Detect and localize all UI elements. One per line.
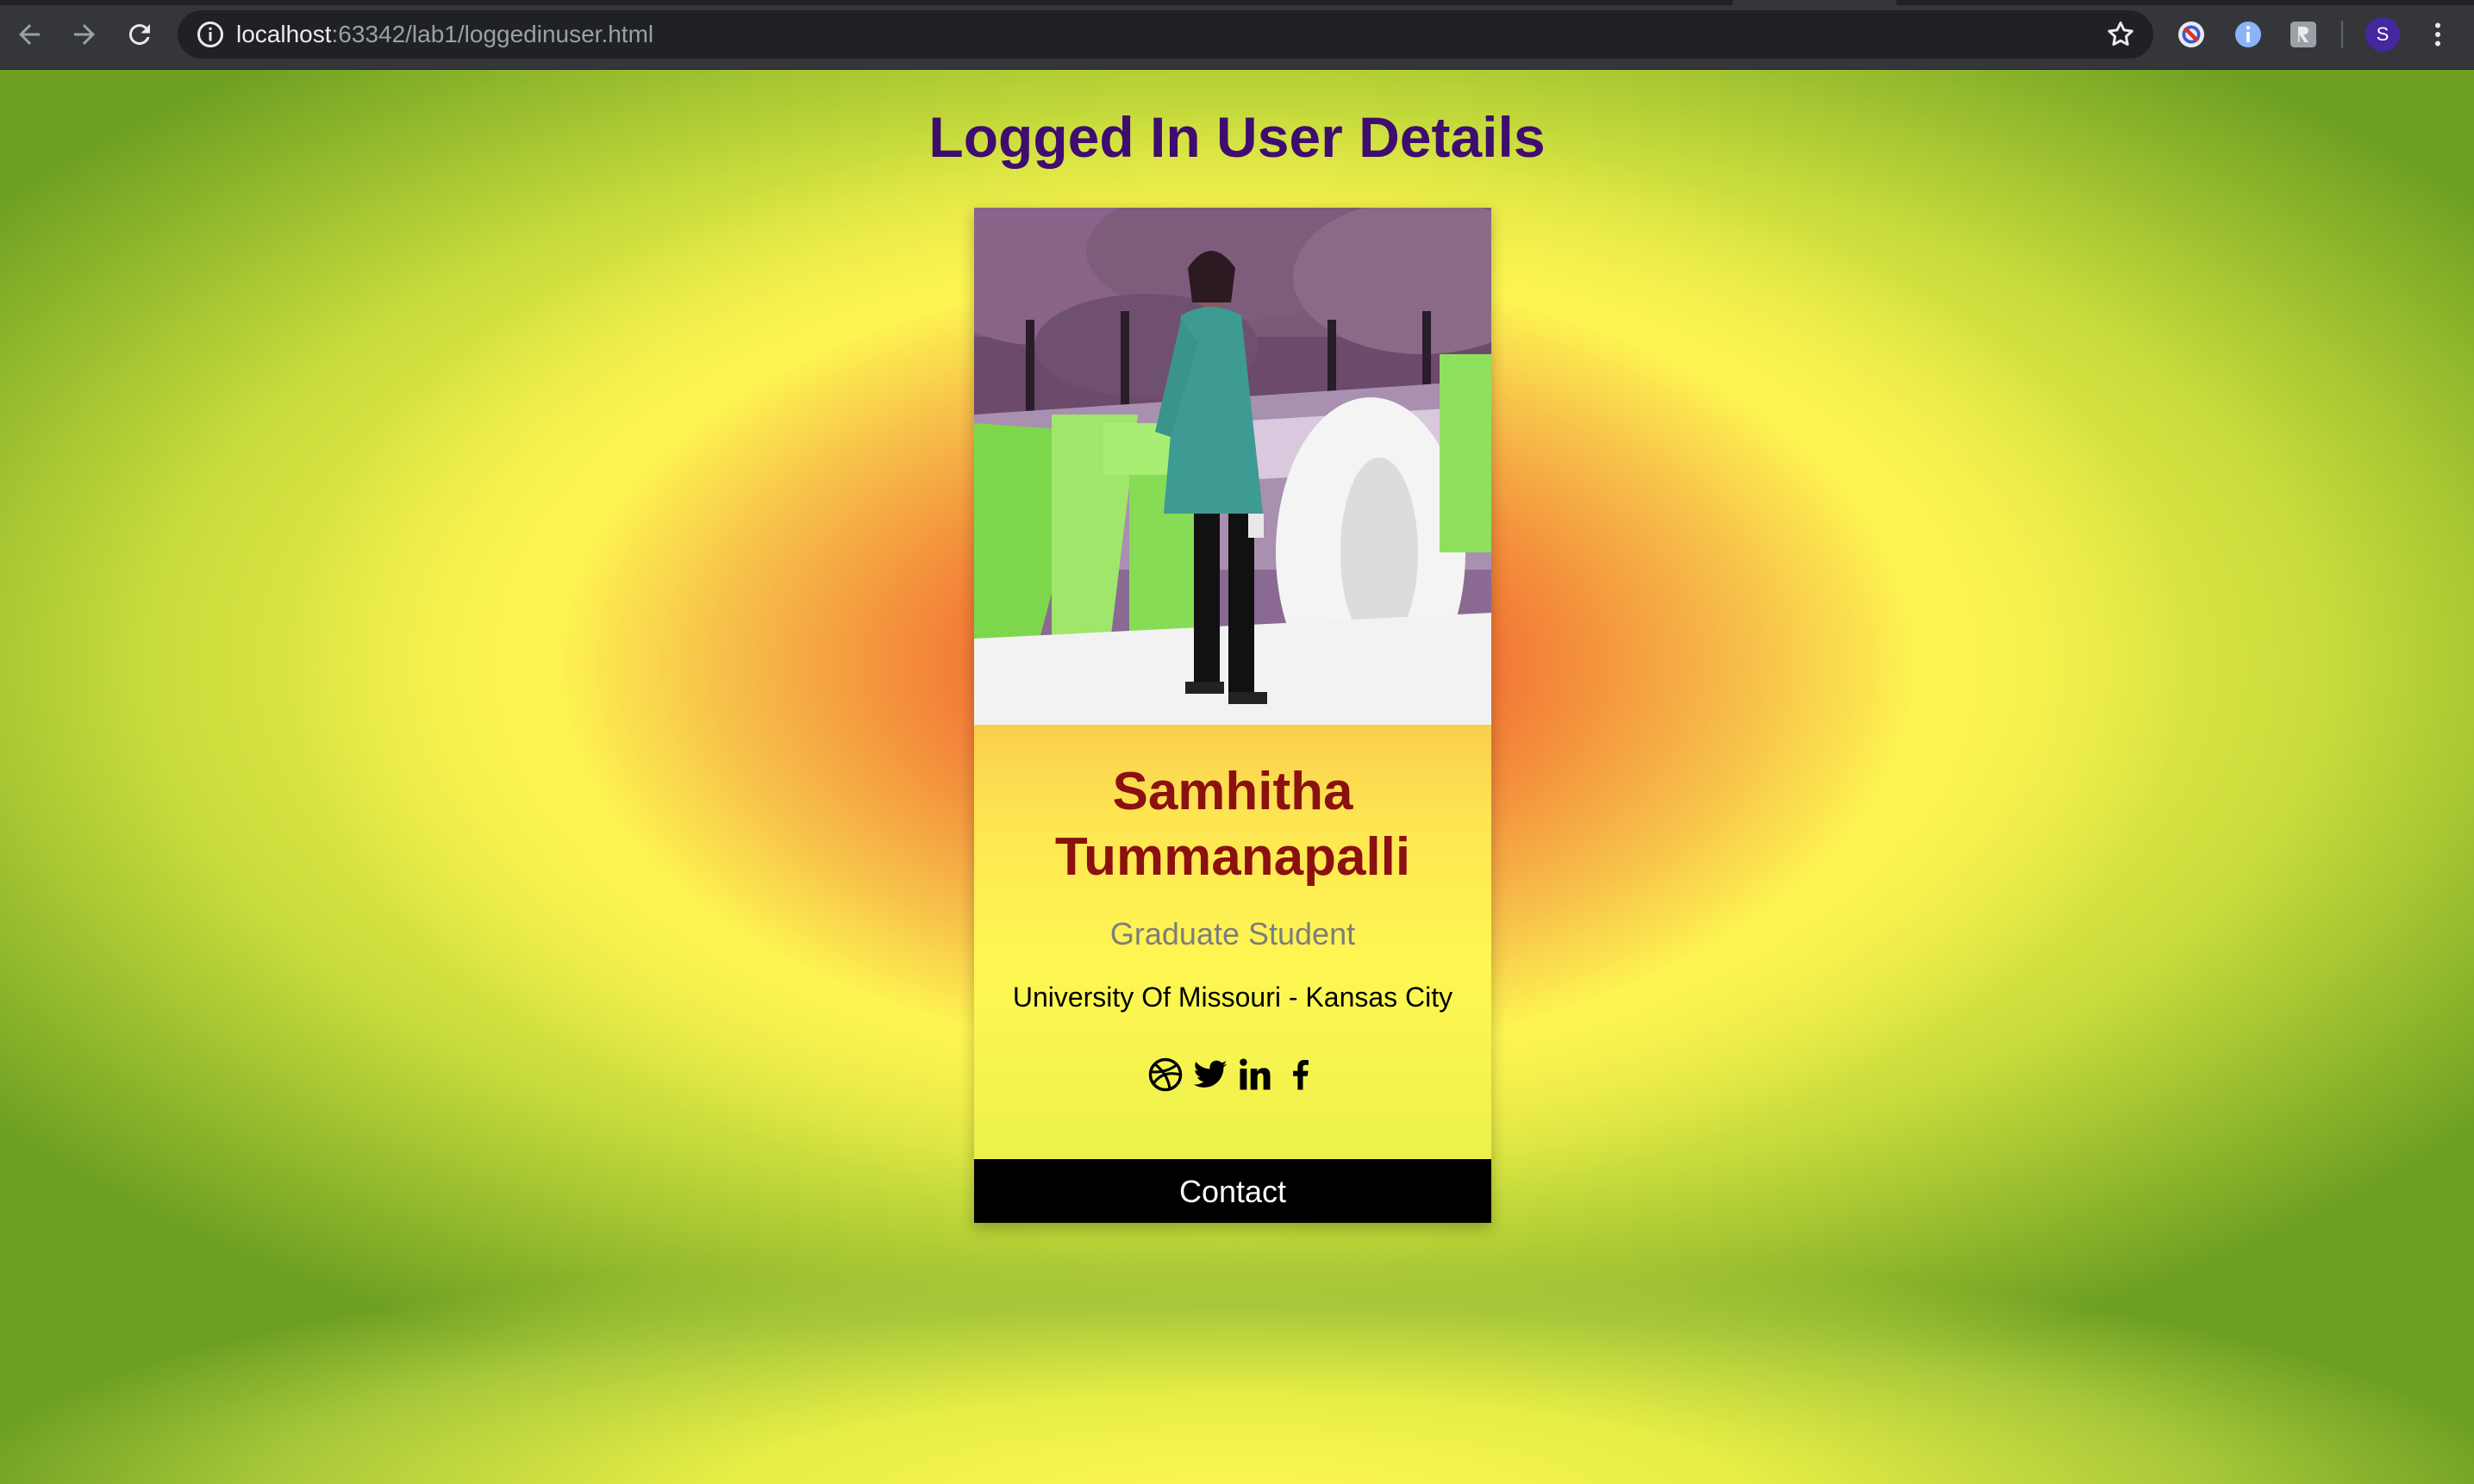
profile-photo bbox=[974, 208, 1491, 725]
linkedin-icon[interactable] bbox=[1236, 1056, 1274, 1094]
forward-icon[interactable] bbox=[64, 14, 105, 55]
contact-button[interactable]: Contact bbox=[974, 1159, 1491, 1223]
twitter-icon[interactable] bbox=[1191, 1056, 1229, 1094]
toolbar-separator bbox=[2341, 21, 2343, 48]
url-text[interactable]: localhost:63342/lab1/loggedinuser.html bbox=[236, 10, 653, 59]
tab-strip bbox=[0, 0, 1733, 5]
bookmark-star-icon[interactable] bbox=[2105, 19, 2136, 50]
social-links bbox=[974, 1052, 1491, 1097]
user-role: Graduate Student bbox=[1109, 916, 1356, 951]
page-background: Logged In User Details Samhitha Tummanap… bbox=[0, 70, 2474, 1484]
info-icon[interactable] bbox=[195, 19, 226, 50]
user-card: Samhitha Tummanapalli Graduate Student U… bbox=[974, 208, 1491, 1223]
address-bar[interactable]: localhost:63342/lab1/loggedinuser.html bbox=[178, 10, 2153, 59]
tab-strip-right bbox=[1896, 0, 2474, 5]
back-icon[interactable] bbox=[9, 14, 50, 55]
url-host: localhost bbox=[236, 21, 332, 47]
user-name: Samhitha Tummanapalli bbox=[1054, 762, 1411, 887]
block-extension-icon[interactable] bbox=[2176, 19, 2207, 50]
reload-icon[interactable] bbox=[119, 14, 160, 55]
user-university: University Of Missouri - Kansas City bbox=[1012, 982, 1453, 1013]
page-title: Logged In User Details bbox=[928, 105, 1546, 169]
menu-dots-icon[interactable] bbox=[2422, 17, 2453, 52]
profile-avatar[interactable]: S bbox=[2365, 17, 2400, 52]
dribbble-icon[interactable] bbox=[1146, 1056, 1184, 1094]
puzzle-extension-icon[interactable] bbox=[2288, 19, 2319, 50]
info-extension-icon[interactable] bbox=[2233, 19, 2264, 50]
facebook-icon[interactable] bbox=[1281, 1056, 1319, 1094]
browser-toolbar: localhost:63342/lab1/loggedinuser.html S bbox=[0, 0, 2474, 70]
url-path: :63342/lab1/loggedinuser.html bbox=[331, 21, 654, 47]
